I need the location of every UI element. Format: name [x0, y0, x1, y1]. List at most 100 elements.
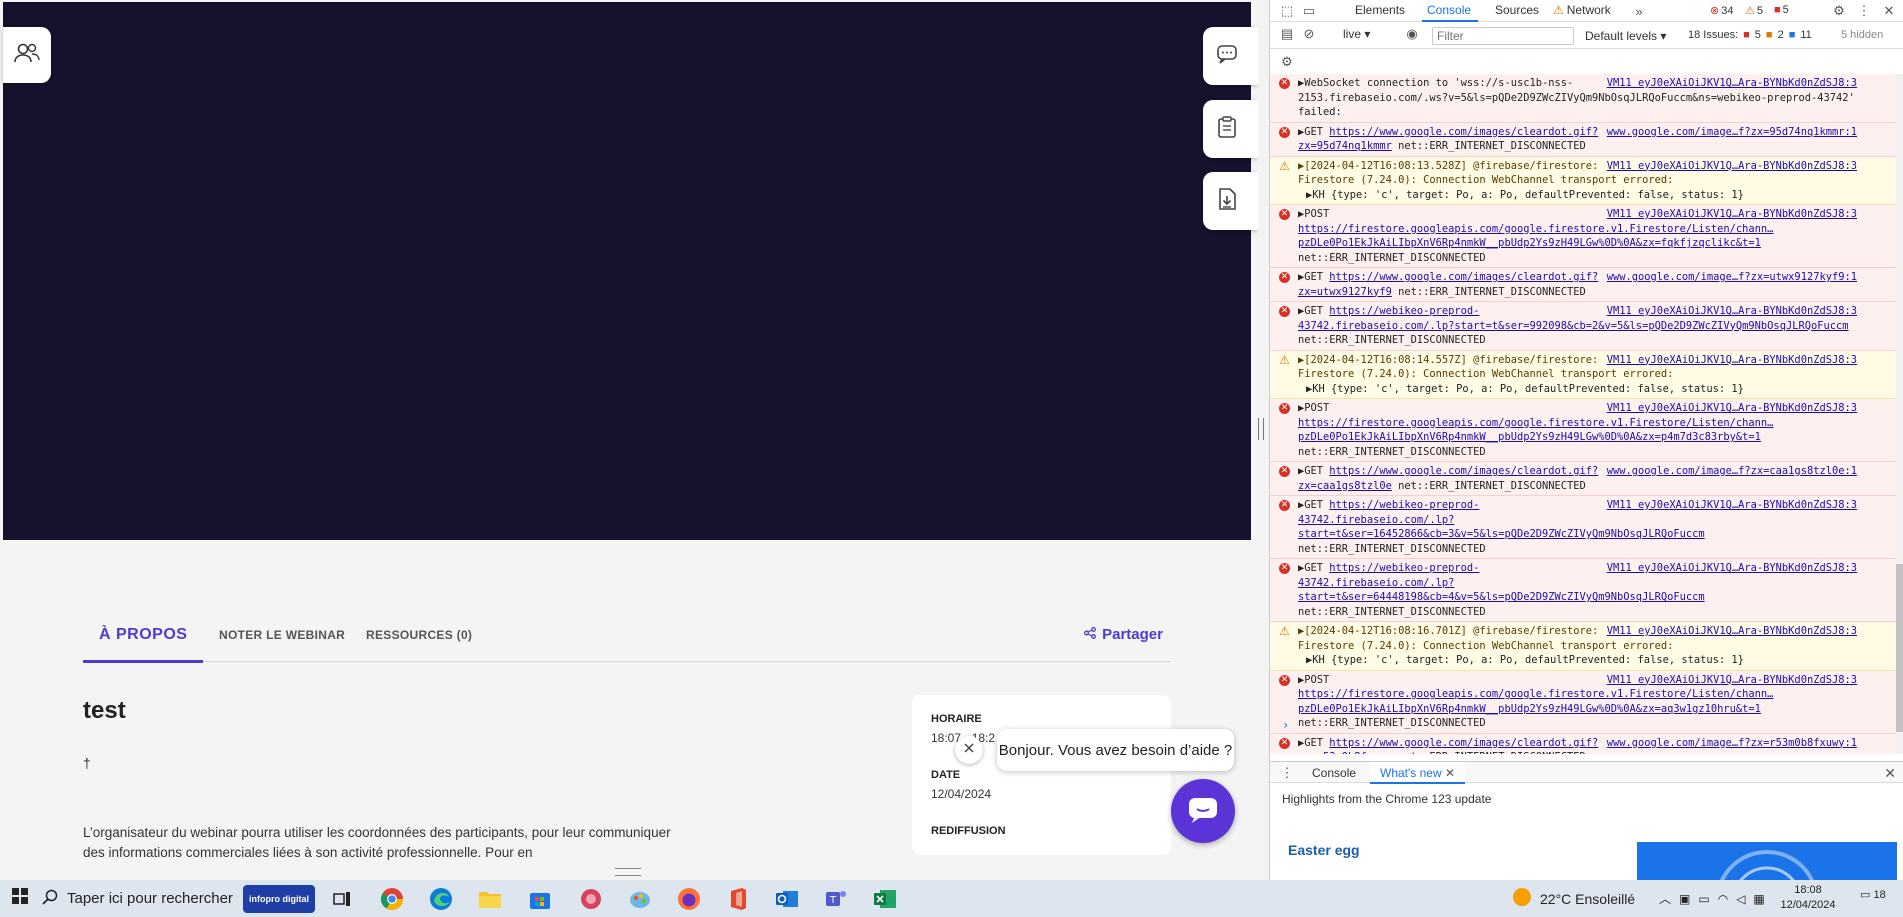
- video-player[interactable]: [3, 2, 1251, 540]
- devtools-resize-handle[interactable]: [1258, 418, 1264, 440]
- file-explorer-icon[interactable]: [476, 885, 504, 913]
- share-button[interactable]: Partager: [1084, 626, 1163, 643]
- close-devtools-icon[interactable]: ✕: [1880, 2, 1898, 20]
- message-source-link[interactable]: VM11 eyJ0eXAiOiJKV1Q…Ara-BYNbKd0nZdSJ8:3: [1607, 624, 1857, 639]
- console-error-message[interactable]: ✕ VM11 eyJ0eXAiOiJKV1Q…Ara-BYNbKd0nZdSJ8:…: [1270, 559, 1897, 622]
- tab-noter-le-webinar[interactable]: NOTER LE WEBINAR: [219, 628, 345, 642]
- tab-network[interactable]: ⚠ Network: [1553, 3, 1611, 17]
- logged-object[interactable]: ▶KH {type: 'c', target: Po, a: Po, defau…: [1298, 653, 1857, 668]
- context-select[interactable]: live ▾: [1343, 27, 1370, 41]
- chat-panel-button[interactable]: [1203, 27, 1258, 85]
- tab-a-propos[interactable]: À PROPOS: [99, 626, 187, 644]
- message-source-link[interactable]: www.google.com/image…f?zx=95d74nq1kmmr:1: [1607, 125, 1857, 140]
- message-source-link[interactable]: VM11 eyJ0eXAiOiJKV1Q…Ara-BYNbKd0nZdSJ8:3: [1607, 401, 1857, 416]
- device-toolbar-icon[interactable]: ▭: [1300, 2, 1318, 20]
- gear-icon[interactable]: ⚙: [1830, 2, 1848, 20]
- console-warning-message[interactable]: ⚠ VM11 eyJ0eXAiOiJKV1Q…Ara-BYNbKd0nZdSJ8:…: [1270, 156, 1897, 205]
- sidebar-toggle-icon[interactable]: ▤: [1278, 25, 1296, 43]
- excel-icon[interactable]: [871, 885, 899, 913]
- console-error-message[interactable]: ✕ VM11 eyJ0eXAiOiJKV1Q…Ara-BYNbKd0nZdSJ8:…: [1270, 74, 1897, 123]
- tab-elements[interactable]: Elements: [1355, 3, 1405, 17]
- close-drawer-icon[interactable]: ✕: [1884, 765, 1896, 782]
- tab-ressources[interactable]: RESSOURCES (0): [366, 628, 472, 642]
- kebab-menu-icon[interactable]: ⋮: [1855, 2, 1873, 20]
- chat-prompt-close-button[interactable]: [955, 736, 983, 764]
- teams-icon[interactable]: T: [822, 885, 850, 913]
- message-source-link[interactable]: www.google.com/image…f?zx=caa1gs8tzl0e:1: [1607, 464, 1857, 479]
- drawer-menu-icon[interactable]: ⋮: [1278, 764, 1296, 782]
- wifi-icon[interactable]: ◠: [1718, 892, 1728, 906]
- chrome-icon[interactable]: [378, 885, 406, 913]
- taskbar-clock[interactable]: 18:08 12/04/2024: [1778, 883, 1838, 913]
- tab-sources[interactable]: Sources: [1495, 3, 1539, 17]
- office-icon[interactable]: [724, 885, 752, 913]
- request-url-link[interactable]: https://firestore.googleapis.com/google.…: [1298, 223, 1773, 250]
- paint-icon[interactable]: [626, 885, 654, 913]
- message-source-link[interactable]: VM11 eyJ0eXAiOiJKV1Q…Ara-BYNbKd0nZdSJ8:3: [1607, 304, 1857, 319]
- chat-launcher-button[interactable]: [1171, 779, 1235, 843]
- message-source-link[interactable]: VM11 eyJ0eXAiOiJKV1Q…Ara-BYNbKd0nZdSJ8:3: [1607, 498, 1857, 513]
- warning-count[interactable]: ⚠ 5: [1745, 4, 1763, 18]
- drawer-tab-console[interactable]: Console: [1312, 766, 1356, 780]
- task-view-icon[interactable]: [328, 885, 356, 913]
- chevron-up-icon[interactable]: ︿: [1659, 890, 1671, 907]
- issues-summary[interactable]: 18 Issues: ■ 5 ■ 2 ■ 11: [1688, 29, 1812, 41]
- console-error-message[interactable]: ✕ VM11 eyJ0eXAiOiJKV1Q…Ara-BYNbKd0nZdSJ8:…: [1270, 496, 1897, 559]
- console-error-message[interactable]: ✕ VM11 eyJ0eXAiOiJKV1Q…Ara-BYNbKd0nZdSJ8:…: [1270, 670, 1897, 734]
- download-panel-button[interactable]: [1203, 172, 1258, 230]
- more-tabs-icon[interactable]: »: [1630, 2, 1648, 20]
- console-error-message[interactable]: ✕ www.google.com/image…f?zx=caa1gs8tzl0e:…: [1270, 462, 1897, 496]
- notes-panel-button[interactable]: [1203, 100, 1258, 158]
- console-settings-icon[interactable]: ⚙: [1278, 53, 1296, 71]
- message-source-link[interactable]: VM11 eyJ0eXAiOiJKV1Q…Ara-BYNbKd0nZdSJ8:3: [1607, 353, 1857, 368]
- close-tab-icon[interactable]: ✕: [1445, 766, 1455, 780]
- edge-icon[interactable]: [427, 885, 455, 913]
- logged-object[interactable]: ▶KH {type: 'c', target: Po, a: Po, defau…: [1298, 188, 1857, 203]
- taskbar-search[interactable]: Taper ici pour rechercher: [40, 880, 240, 917]
- message-source-link[interactable]: VM11 eyJ0eXAiOiJKV1Q…Ara-BYNbKd0nZdSJ8:3: [1607, 673, 1857, 688]
- inspect-element-icon[interactable]: ⬚: [1278, 2, 1296, 20]
- participants-button[interactable]: [3, 27, 51, 83]
- keyboard-icon[interactable]: ▦: [1753, 892, 1764, 906]
- weather-widget[interactable]: 22°C Ensoleillé: [1512, 880, 1635, 917]
- chat-prompt-bubble[interactable]: Bonjour. Vous avez besoin d’aide ?: [997, 729, 1234, 771]
- console-error-message[interactable]: ✕ www.google.com/image…f?zx=utwx9127kyf9:…: [1270, 268, 1897, 302]
- console-warning-message[interactable]: ⚠ VM11 eyJ0eXAiOiJKV1Q…Ara-BYNbKd0nZdSJ8:…: [1270, 350, 1897, 399]
- drawer-tab-whats-new[interactable]: What's new ✕: [1370, 762, 1466, 784]
- request-url-link[interactable]: https://firestore.googleapis.com/google.…: [1298, 688, 1773, 715]
- message-source-link[interactable]: VM11 eyJ0eXAiOiJKV1Q…Ara-BYNbKd0nZdSJ8:3: [1607, 76, 1857, 91]
- snipping-tool-icon[interactable]: [577, 885, 605, 913]
- eye-icon[interactable]: ◉: [1403, 25, 1421, 43]
- drawer-drag-handle[interactable]: [615, 868, 641, 876]
- console-error-message[interactable]: ✕ www.google.com/image…f?zx=r53m0b8fxuwy:…: [1270, 733, 1897, 754]
- battery-icon[interactable]: ▭: [1698, 892, 1709, 906]
- console-error-message[interactable]: ✕ VM11 eyJ0eXAiOiJKV1Q…Ara-BYNbKd0nZdSJ8:…: [1270, 302, 1897, 351]
- notification-center[interactable]: ▭ 18: [1860, 888, 1886, 901]
- console-error-message[interactable]: ✕ www.google.com/image…f?zx=95d74nq1kmmr:…: [1270, 122, 1897, 157]
- message-source-link[interactable]: www.google.com/image…f?zx=r53m0b8fxuwy:1: [1607, 736, 1857, 751]
- console-warning-message[interactable]: ⚠ VM11 eyJ0eXAiOiJKV1Q…Ara-BYNbKd0nZdSJ8:…: [1270, 622, 1897, 671]
- outlook-icon[interactable]: [773, 885, 801, 913]
- firefox-icon[interactable]: [675, 885, 703, 913]
- console-error-message[interactable]: ✕ VM11 eyJ0eXAiOiJKV1Q…Ara-BYNbKd0nZdSJ8:…: [1270, 205, 1897, 268]
- error-count[interactable]: ⊗ 34: [1710, 4, 1733, 18]
- log-levels-dropdown[interactable]: Default levels ▾: [1585, 29, 1666, 43]
- logged-object[interactable]: ▶KH {type: 'c', target: Po, a: Po, defau…: [1298, 382, 1857, 397]
- message-source-link[interactable]: VM11 eyJ0eXAiOiJKV1Q…Ara-BYNbKd0nZdSJ8:3: [1607, 207, 1857, 222]
- filter-input[interactable]: [1432, 27, 1574, 45]
- console-prompt[interactable]: ›: [1282, 718, 1289, 732]
- console-error-message[interactable]: ✕ VM11 eyJ0eXAiOiJKV1Q…Ara-BYNbKd0nZdSJ8:…: [1270, 399, 1897, 462]
- start-button[interactable]: [0, 880, 40, 917]
- easter-egg-link[interactable]: Easter egg: [1288, 842, 1360, 858]
- request-url-link[interactable]: https://firestore.googleapis.com/google.…: [1298, 417, 1773, 444]
- infopro-digital-app[interactable]: infopro digital: [243, 885, 315, 913]
- console-scrollbar[interactable]: [1896, 74, 1903, 754]
- message-source-link[interactable]: VM11 eyJ0eXAiOiJKV1Q…Ara-BYNbKd0nZdSJ8:3: [1607, 561, 1857, 576]
- message-source-link[interactable]: VM11 eyJ0eXAiOiJKV1Q…Ara-BYNbKd0nZdSJ8:3: [1607, 159, 1857, 174]
- message-source-link[interactable]: www.google.com/image…f?zx=utwx9127kyf9:1: [1607, 270, 1857, 285]
- tab-console[interactable]: Console: [1427, 3, 1471, 17]
- microsoft-store-icon[interactable]: [526, 885, 554, 913]
- volume-icon[interactable]: ◁: [1736, 892, 1745, 906]
- network-icon[interactable]: ▣: [1679, 892, 1690, 906]
- clear-console-icon[interactable]: ⊘: [1300, 25, 1318, 43]
